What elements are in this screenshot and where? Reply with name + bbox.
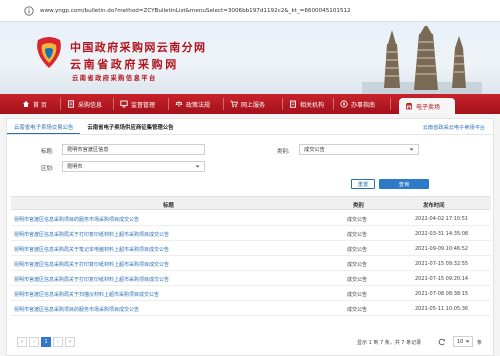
banner-title-line1: 中国政府采购网云南分网 (70, 41, 207, 54)
nav-item-home[interactable]: 首 页 (0, 94, 60, 114)
table-row: 昆明市官渡区信息采购局关于扫描仪材料上超市采购项目成交公告 成交公告 2021-… (11, 286, 491, 301)
nav-divider (390, 98, 391, 110)
page-size-unit: 条 (477, 340, 483, 346)
row-title-link[interactable]: 昆明市官渡区信息采购局关于笔记本电脑材料上超市采购项目成交公告 (14, 246, 169, 253)
page-1-button[interactable]: 1 (41, 337, 51, 347)
row-type: 成交公告 (347, 247, 368, 253)
column-header-type[interactable]: 类别 (353, 201, 364, 209)
chevron-down-icon (195, 164, 200, 171)
page-size-select[interactable]: 10 (453, 336, 473, 347)
region-label: 区划: (41, 166, 54, 172)
row-title-link[interactable]: 昆明市官渡区信息采购项目的服务市场采购项目成交公告 (14, 306, 139, 313)
table-row: 昆明市官渡区信息采购局关于打印复印纸材料上超市采购项目成交公告 成交公告 202… (11, 256, 491, 271)
row-time: 2021-07-15 09:20:14 (415, 276, 469, 282)
nav-item-agencies[interactable]: 相关机构 (283, 94, 333, 114)
announcement-tabs: 云南省电子卖场交易公告 云南省电子卖场供应商征集管理公告 (7, 119, 493, 135)
nav-item-label: 电子卖场 (416, 103, 441, 111)
main-nav: 首 页 采购信息 监督管理 政策法规 网上服务 相关机构 办事指南 电子卖场 (0, 94, 500, 114)
nav-item-label: 办事指南 (351, 101, 376, 109)
title-label: 标题: (41, 149, 54, 155)
monitor-icon (120, 100, 128, 108)
nav-item-label: 采购信息 (78, 101, 103, 109)
url-text[interactable]: www.yngp.com/bulletin.do?method=ZCYBulle… (40, 8, 351, 14)
row-time: 2021-07-08 08:38:15 (415, 291, 469, 297)
nav-item-policy[interactable]: 政策法规 (169, 94, 223, 114)
table-header: 标题 类别 发布时间 (11, 196, 491, 210)
table-row: 昆明市官渡区信息采购项目的服务市场采购项目成交公告 成交公告 2022-04-0… (11, 211, 491, 226)
home-icon (22, 100, 30, 108)
nav-item-guide[interactable]: 办事指南 (334, 94, 390, 114)
first-page-button[interactable]: « (17, 337, 27, 347)
row-title-link[interactable]: 昆明市官渡区信息采购局关于打印复印纸材料上超市采购项目成交公告 (14, 261, 169, 268)
row-type: 成交公告 (347, 292, 368, 298)
info-icon[interactable] (23, 5, 34, 16)
row-type: 成交公告 (347, 232, 368, 238)
title-search-input[interactable]: 昆明市官渡区信息 (62, 144, 205, 155)
reset-button[interactable]: 重置 (351, 179, 375, 189)
table-row: 昆明市官渡区信息采购局关于笔记本电脑材料上超市采购项目成交公告 成交公告 202… (11, 241, 491, 256)
last-page-button[interactable]: » (65, 337, 75, 347)
row-time: 2022-04-02 17:10:51 (415, 216, 469, 222)
banner-title-line3: 云南省政府采购信息平台 (72, 75, 157, 82)
nav-item-label: 首 页 (33, 101, 47, 109)
category-select[interactable]: 成交公告 (299, 144, 419, 155)
nav-item-online-service[interactable]: 网上服务 (224, 94, 282, 114)
next-page-button[interactable]: › (53, 337, 63, 347)
table-row: 昆明市官渡区信息采购局关于打印复印纸材料上超市采购项目成交公告 成交公告 202… (11, 226, 491, 241)
browser-address-bar: www.yngp.com/bulletin.do?method=ZCYBulle… (0, 0, 500, 22)
row-time: 2022-03-31 14:35:08 (415, 231, 469, 237)
nav-item-label: 网上服务 (241, 101, 266, 109)
cart-icon (230, 100, 238, 108)
page-size-value: 10 (457, 338, 464, 345)
row-type: 成交公告 (347, 277, 368, 283)
guide-icon (340, 100, 348, 108)
region-select-value: 昆明市 (67, 164, 83, 170)
pagination-info: 显示 1 到 7 条，共 7 条记录 (357, 340, 422, 346)
building-icon (289, 100, 297, 108)
content-panel: 云南省电子卖场交易公告 云南省电子卖场供应商征集管理公告 云南省政采云电子卖场平… (6, 118, 494, 356)
row-type: 成交公告 (347, 262, 368, 268)
chevron-down-icon (409, 147, 414, 154)
tab-transaction-announcements[interactable]: 云南省电子卖场交易公告 (7, 120, 81, 134)
store-icon (405, 102, 413, 110)
tab-supplier-announcements[interactable]: 云南省电子卖场供应商征集管理公告 (80, 120, 180, 134)
nav-item-label: 政策法规 (186, 101, 211, 109)
category-label: 类别: (277, 149, 290, 155)
nav-item-supervision[interactable]: 监督管理 (114, 94, 168, 114)
column-header-title[interactable]: 标题 (163, 201, 174, 209)
document-icon (67, 100, 75, 108)
site-logo-icon (37, 37, 61, 68)
row-type: 成交公告 (347, 307, 368, 313)
e-mall-platform-link[interactable]: 云南省政采云电子卖场平台 (423, 124, 485, 131)
scale-icon (175, 100, 183, 108)
nav-item-e-mall[interactable]: 电子卖场 (399, 98, 455, 114)
refresh-icon[interactable] (437, 337, 447, 347)
row-type: 成交公告 (347, 217, 368, 223)
nav-item-label: 相关机构 (300, 101, 325, 109)
column-header-time[interactable]: 发布时间 (423, 201, 445, 209)
row-time: 2021-09-09 10:46:52 (415, 246, 469, 252)
row-title-link[interactable]: 昆明市官渡区信息采购项目的服务市场采购项目成交公告 (14, 216, 139, 223)
table-row: 昆明市官渡区信息采购项目的服务市场采购项目成交公告 成交公告 2021-05-1… (11, 301, 491, 316)
pagoda-illustration (362, 26, 482, 94)
row-title-link[interactable]: 昆明市官渡区信息采购局关于打印复印纸材料上超市采购项目成交公告 (14, 276, 169, 283)
nav-item-label: 监督管理 (131, 101, 156, 109)
nav-item-procurement-info[interactable]: 采购信息 (61, 94, 113, 114)
query-button[interactable]: 查询 (379, 179, 429, 189)
region-select[interactable]: 昆明市 (62, 161, 205, 172)
row-time: 2021-07-15 09:32:55 (415, 261, 469, 267)
row-time: 2021-05-11 10:05:36 (415, 306, 469, 312)
row-title-link[interactable]: 昆明市官渡区信息采购局关于扫描仪材料上超市采购项目成交公告 (14, 291, 159, 298)
site-banner: 中国政府采购网云南分网 云南省政府采购网 云南省政府采购信息平台 (0, 22, 500, 94)
category-select-value: 成交公告 (304, 147, 325, 153)
banner-title-line2: 云南省政府采购网 (70, 58, 179, 71)
prev-page-button[interactable]: ‹ (29, 337, 39, 347)
chevron-down-icon (465, 339, 470, 346)
row-title-link[interactable]: 昆明市官渡区信息采购局关于打印复印纸材料上超市采购项目成交公告 (14, 231, 169, 238)
table-row: 昆明市官渡区信息采购局关于打印复印纸材料上超市采购项目成交公告 成交公告 202… (11, 271, 491, 286)
